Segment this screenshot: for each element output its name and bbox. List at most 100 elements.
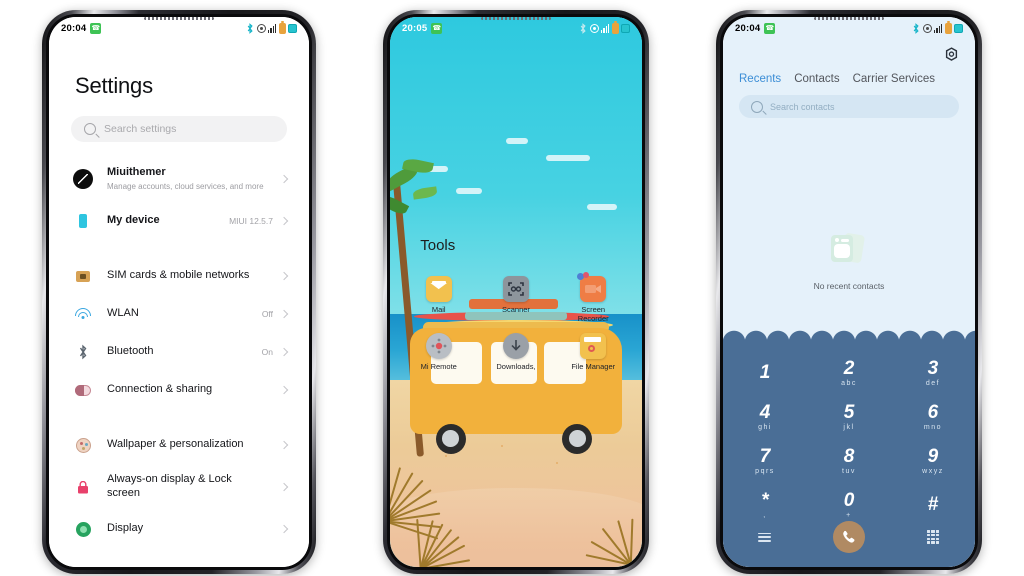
key-1[interactable]: 1 [723, 351, 807, 395]
key-digit: 6 [927, 402, 939, 423]
chevron-right-icon [279, 271, 289, 281]
key-8[interactable]: 8 tuv [807, 439, 891, 483]
signal-icon [601, 23, 609, 33]
row-text: WLAN [107, 307, 262, 321]
sidebar-item-wallpaper[interactable]: Wallpaper & personalization [49, 426, 309, 464]
app-label: Mi Remote [420, 361, 457, 371]
chevron-right-icon [279, 309, 289, 319]
key-letters: + [846, 512, 852, 519]
tab-contacts[interactable]: Contacts [794, 73, 839, 85]
earpiece-speaker [481, 17, 551, 20]
signal-icon [934, 23, 942, 33]
mi-remote-icon [425, 332, 452, 359]
menu-button[interactable] [723, 532, 807, 542]
dialer-tabs: Recents Contacts Carrier Services [739, 73, 963, 85]
row-text: Connection & sharing [107, 383, 281, 397]
van-wheel [435, 423, 466, 454]
screenshot-icon [288, 23, 297, 33]
settings-list: Miuithemer Manage accounts, cloud servic… [49, 156, 309, 548]
signal-icon [268, 23, 276, 33]
key-letters: , [763, 512, 767, 519]
bluetooth-icon [912, 23, 920, 34]
key-digit: 4 [759, 402, 771, 423]
tab-recents[interactable]: Recents [739, 73, 781, 85]
key-2[interactable]: 2 abc [807, 351, 891, 395]
app-scanner[interactable]: Scanner [477, 275, 554, 323]
chevron-right-icon [279, 524, 289, 534]
phone-bezel: Tools Mail Scanner Screen Recorder Mi Re… [387, 14, 645, 570]
settings-group-account: Miuithemer Manage accounts, cloud servic… [49, 156, 309, 240]
app-screen-recorder[interactable]: Screen Recorder [555, 271, 632, 323]
sidebar-item-wlan[interactable]: WLAN Off [49, 295, 309, 333]
mail-icon [425, 275, 452, 302]
keypad-toggle-button[interactable] [891, 530, 975, 544]
key-letters: ghi [758, 424, 772, 431]
sidebar-item-miuithemer[interactable]: Miuithemer Manage accounts, cloud servic… [49, 156, 309, 202]
key-4[interactable]: 4 ghi [723, 395, 807, 439]
menu-icon [758, 532, 772, 542]
chevron-right-icon [279, 174, 289, 184]
home-screen: Tools Mail Scanner Screen Recorder Mi Re… [390, 17, 642, 567]
sidebar-item-connection-sharing[interactable]: Connection & sharing [49, 371, 309, 409]
sidebar-item-sim-cards[interactable]: SIM cards & mobile networks [49, 257, 309, 295]
app-downloads[interactable]: Downloads, [477, 332, 554, 371]
app-mail[interactable]: Mail [400, 275, 477, 323]
key-digit: 1 [759, 361, 771, 383]
app-label: Mail [431, 304, 446, 314]
tab-carrier-services[interactable]: Carrier Services [853, 73, 935, 85]
sidebar-item-always-on-display[interactable]: Always-on display & Lock screen [49, 464, 309, 510]
app-file-manager[interactable]: File Manager [555, 332, 632, 371]
gear-icon[interactable] [944, 47, 959, 62]
dialer-phone: 20:04 ☎ Recents Contacts Carrier Service… [716, 10, 982, 574]
battery-icon [944, 20, 952, 34]
phone-bezel: 20:04 ☎ Recents Contacts Carrier Service… [720, 14, 978, 570]
phone-icon: ☎ [764, 22, 776, 34]
file-manager-icon [580, 332, 607, 359]
key-digit: 8 [843, 446, 855, 467]
wallpaper: Tools Mail Scanner Screen Recorder Mi Re… [390, 17, 642, 567]
downloads-icon [502, 332, 529, 359]
lock-icon [73, 477, 93, 497]
call-button[interactable] [807, 521, 891, 553]
dialpad-keys: 1 2 abc 3 def 4 ghi 5 jkl 6 mno 7 pqrs 8 tuv 9w… [723, 351, 975, 527]
key-3[interactable]: 3 def [891, 351, 975, 395]
row-label: My device [107, 214, 160, 227]
search-settings-input[interactable]: Search settings [71, 116, 287, 142]
key-letters: mno [923, 424, 943, 431]
key-digit: * [761, 490, 769, 511]
key-7[interactable]: 7 pqrs [723, 439, 807, 483]
search-contacts-input[interactable]: Search contacts [739, 95, 959, 118]
earpiece-speaker [814, 17, 884, 20]
sidebar-item-display[interactable]: Display [49, 510, 309, 548]
key-letters: wxyz [922, 468, 944, 475]
empty-state: No recent contacts [723, 232, 975, 291]
row-label: SIM cards & mobile networks [107, 269, 250, 282]
display-icon [73, 519, 93, 539]
key-digit: 0 [843, 490, 855, 511]
device-icon [73, 211, 93, 231]
cloud [546, 154, 591, 161]
status-bar-right [246, 20, 297, 34]
sidebar-item-my-device[interactable]: My device MIUI 12.5.7 [49, 202, 309, 240]
key-digit: 5 [843, 402, 855, 423]
dialer-content: 20:04 ☎ Recents Contacts Carrier Service… [723, 17, 975, 567]
folder-app-grid: Mail Scanner Screen Recorder Mi Remote D… [400, 271, 632, 381]
dialpad-actions [723, 521, 975, 553]
app-mi-remote[interactable]: Mi Remote [400, 332, 477, 371]
chevron-right-icon [279, 482, 289, 492]
key-digit: # [927, 493, 939, 515]
key-6[interactable]: 6 mno [891, 395, 975, 439]
empty-state-text: No recent contacts [813, 281, 885, 291]
ring-icon [922, 23, 932, 33]
search-icon [84, 123, 96, 135]
status-bar-1: 20:04 ☎ [49, 17, 309, 39]
key-9[interactable]: 9 wxyz [891, 439, 975, 483]
row-text: SIM cards & mobile networks [107, 269, 281, 283]
key-letters: pqrs [755, 468, 775, 475]
row-text: My device [107, 214, 229, 228]
status-time: 20:04 [61, 22, 87, 34]
sidebar-item-bluetooth[interactable]: Bluetooth On [49, 333, 309, 371]
key-5[interactable]: 5 jkl [807, 395, 891, 439]
bluetooth-icon [246, 23, 254, 34]
key-digit: 2 [843, 358, 855, 379]
